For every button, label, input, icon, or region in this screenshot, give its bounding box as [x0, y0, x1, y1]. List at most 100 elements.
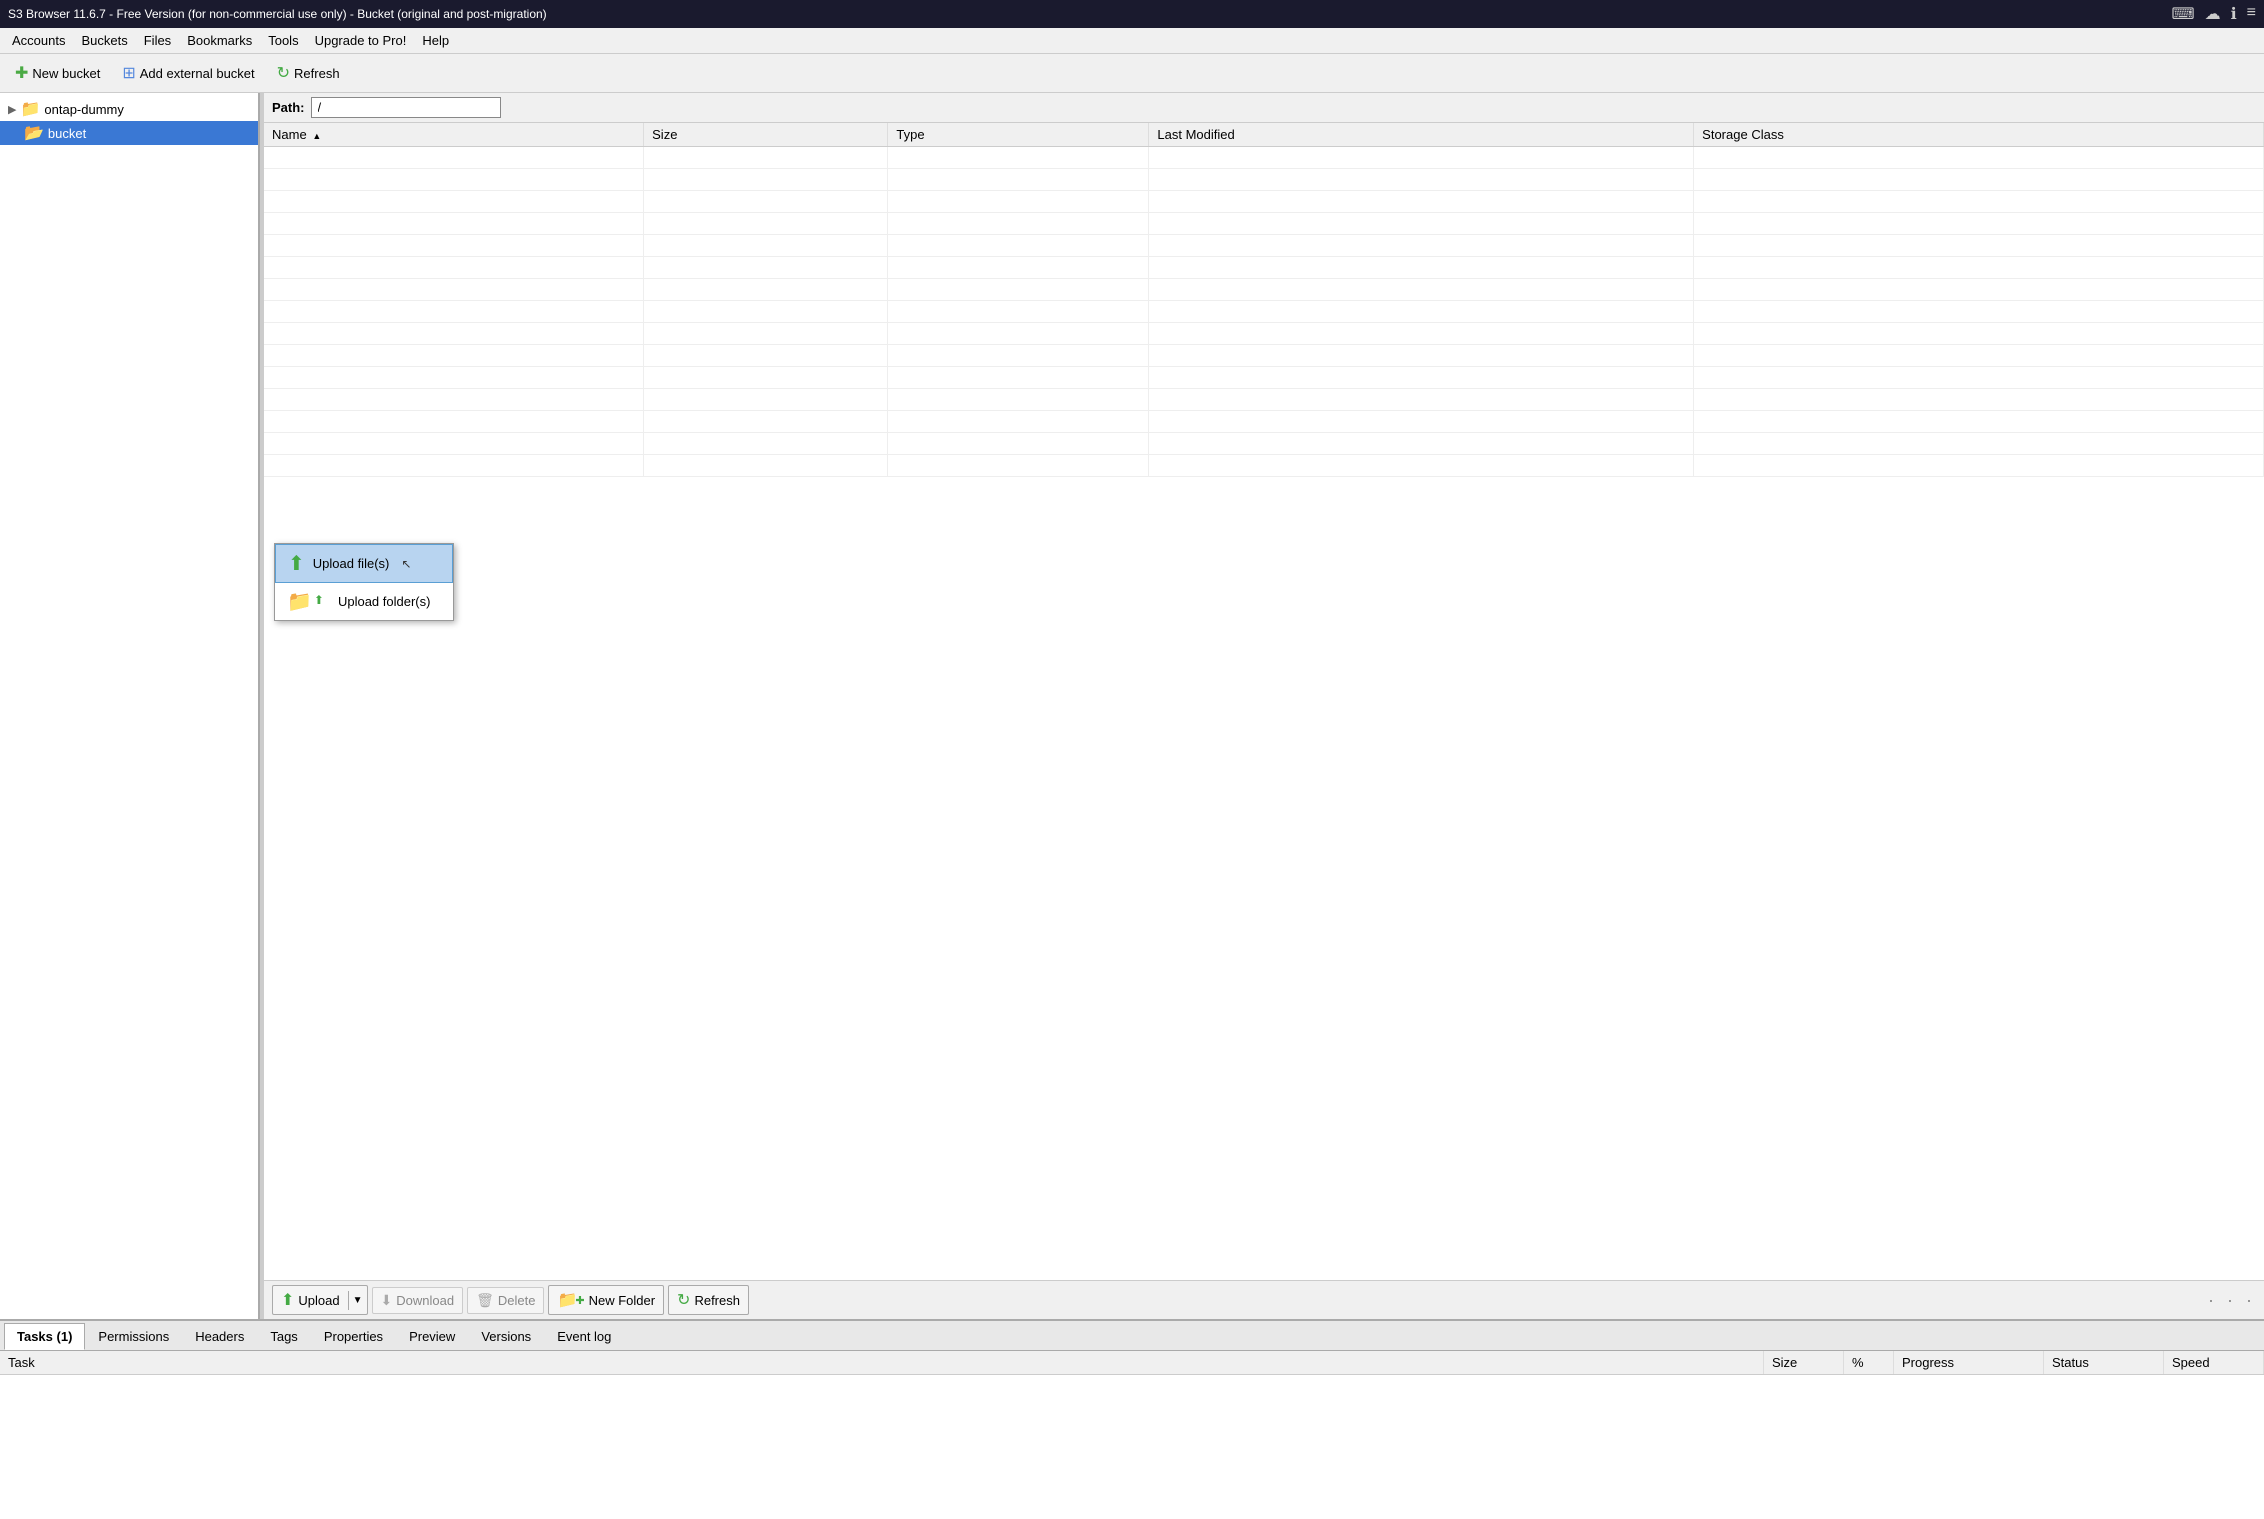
right-panel: Path: Name ▲ Size Type Last Modified Sto…	[264, 93, 2264, 1319]
table-row	[264, 147, 2264, 169]
col-type[interactable]: Type	[888, 123, 1149, 147]
main-layout: ▶ 📁 ontap-dummy 📂 bucket Path: Name ▲	[0, 93, 2264, 1319]
sort-arrow-name: ▲	[312, 131, 321, 141]
tab-bar: Tasks (1) Permissions Headers Tags Prope…	[0, 1321, 2264, 1351]
tasks-table: Task Size % Progress Status Speed	[0, 1351, 2264, 1375]
col-name[interactable]: Name ▲	[264, 123, 644, 147]
add-external-icon: ⊞	[122, 63, 135, 83]
refresh-icon-top: ↻	[277, 63, 290, 83]
path-input[interactable]	[311, 97, 501, 118]
upload-folder-label: Upload folder(s)	[338, 594, 431, 609]
new-folder-button[interactable]: 📁 ✚ New Folder	[548, 1285, 664, 1315]
tree-label-bucket: bucket	[48, 126, 86, 141]
table-row	[264, 191, 2264, 213]
new-bucket-button[interactable]: ✚ New bucket	[6, 58, 109, 88]
tab-permissions[interactable]: Permissions	[85, 1323, 182, 1350]
list-icon[interactable]: ≡	[2247, 4, 2256, 24]
col-task-pct[interactable]: %	[1844, 1351, 1894, 1375]
upload-files-option[interactable]: ⬆ Upload file(s) ↖	[275, 544, 453, 583]
menu-tools[interactable]: Tools	[260, 30, 306, 51]
upload-icon: ⬆	[281, 1290, 294, 1310]
tree-label-ontap-dummy: ontap-dummy	[44, 102, 123, 117]
col-size[interactable]: Size	[644, 123, 888, 147]
upload-main-button[interactable]: ⬆ Upload	[273, 1286, 348, 1314]
table-row	[264, 389, 2264, 411]
add-external-bucket-button[interactable]: ⊞ Add external bucket	[113, 58, 263, 88]
upload-arrow-overlay: ⬆	[314, 593, 324, 607]
table-row	[264, 433, 2264, 455]
tab-event-log[interactable]: Event log	[544, 1323, 624, 1350]
col-task-speed[interactable]: Speed	[2164, 1351, 2264, 1375]
upload-folder-icon: 📁	[287, 589, 312, 614]
titlebar-icons: ⌨ ☁ ℹ ≡	[2171, 4, 2256, 24]
bottom-section: Tasks (1) Permissions Headers Tags Prope…	[0, 1319, 2264, 1519]
tab-versions[interactable]: Versions	[468, 1323, 544, 1350]
table-row	[264, 257, 2264, 279]
new-bucket-label: New bucket	[32, 66, 100, 81]
delete-label: Delete	[498, 1293, 536, 1308]
table-row	[264, 235, 2264, 257]
new-folder-label: New Folder	[589, 1293, 655, 1308]
menu-help[interactable]: Help	[414, 30, 457, 51]
menu-accounts[interactable]: Accounts	[4, 30, 73, 51]
refresh-button-top[interactable]: ↻ Refresh	[268, 58, 349, 88]
col-task-progress[interactable]: Progress	[1894, 1351, 2044, 1375]
grip-dots: · · ·	[2208, 1290, 2256, 1311]
table-row	[264, 367, 2264, 389]
tab-preview[interactable]: Preview	[396, 1323, 468, 1350]
table-row	[264, 345, 2264, 367]
menu-buckets[interactable]: Buckets	[73, 30, 135, 51]
menu-upgrade[interactable]: Upgrade to Pro!	[307, 30, 415, 51]
table-row	[264, 169, 2264, 191]
tree-item-ontap-dummy[interactable]: ▶ 📁 ontap-dummy	[0, 97, 258, 121]
table-row	[264, 213, 2264, 235]
file-panel-toolbar: ⬆ Upload ▼ ⬇ Download 🗑 Delete 📁 ✚ New F…	[264, 1280, 2264, 1319]
upload-folder-option[interactable]: 📁 ⬆ Upload folder(s)	[275, 583, 453, 620]
upload-label: Upload	[298, 1293, 339, 1308]
refresh-icon-bottom: ↻	[677, 1290, 690, 1310]
folder-icon-bucket: 📂	[24, 123, 44, 143]
col-task[interactable]: Task	[0, 1351, 1764, 1375]
expand-icon: ▶	[8, 103, 16, 116]
add-external-label: Add external bucket	[140, 66, 255, 81]
toolbar: ✚ New bucket ⊞ Add external bucket ↻ Ref…	[0, 54, 2264, 93]
file-table-body	[264, 147, 2264, 477]
menu-files[interactable]: Files	[136, 30, 179, 51]
menubar: Accounts Buckets Files Bookmarks Tools U…	[0, 28, 2264, 54]
new-bucket-icon: ✚	[15, 63, 28, 83]
file-table-container: Name ▲ Size Type Last Modified Storage C…	[264, 123, 2264, 1280]
table-row	[264, 279, 2264, 301]
file-table: Name ▲ Size Type Last Modified Storage C…	[264, 123, 2264, 477]
menu-bookmarks[interactable]: Bookmarks	[179, 30, 260, 51]
tasks-table-container: Task Size % Progress Status Speed	[0, 1351, 2264, 1519]
window-title: S3 Browser 11.6.7 - Free Version (for no…	[8, 7, 547, 21]
upload-split-button[interactable]: ⬆ Upload ▼	[272, 1285, 368, 1315]
col-last-modified[interactable]: Last Modified	[1149, 123, 1694, 147]
table-row	[264, 301, 2264, 323]
upload-files-label: Upload file(s)	[313, 556, 390, 571]
path-label: Path:	[272, 100, 305, 115]
tab-tags[interactable]: Tags	[257, 1323, 310, 1350]
refresh-label-top: Refresh	[294, 66, 340, 81]
left-panel: ▶ 📁 ontap-dummy 📂 bucket	[0, 93, 260, 1319]
upload-files-icon: ⬆	[288, 551, 305, 576]
new-folder-plus: ✚	[575, 1294, 584, 1307]
table-row	[264, 455, 2264, 477]
refresh-label-bottom: Refresh	[694, 1293, 740, 1308]
tab-headers[interactable]: Headers	[182, 1323, 257, 1350]
col-storage-class[interactable]: Storage Class	[1694, 123, 2264, 147]
info-icon[interactable]: ℹ	[2231, 4, 2237, 24]
col-task-status[interactable]: Status	[2044, 1351, 2164, 1375]
tab-properties[interactable]: Properties	[311, 1323, 396, 1350]
tree-item-bucket[interactable]: 📂 bucket	[0, 121, 258, 145]
col-task-size[interactable]: Size	[1764, 1351, 1844, 1375]
delete-button: 🗑 Delete	[467, 1287, 544, 1314]
cursor-indicator: ↖	[401, 557, 411, 571]
cloud-icon[interactable]: ☁	[2205, 4, 2221, 24]
upload-dropdown-arrow[interactable]: ▼	[348, 1291, 367, 1310]
keyboard-icon[interactable]: ⌨	[2171, 4, 2194, 24]
tab-tasks[interactable]: Tasks (1)	[4, 1323, 85, 1350]
path-bar: Path:	[264, 93, 2264, 123]
refresh-button-bottom[interactable]: ↻ Refresh	[668, 1285, 749, 1315]
delete-icon: 🗑	[476, 1292, 494, 1309]
